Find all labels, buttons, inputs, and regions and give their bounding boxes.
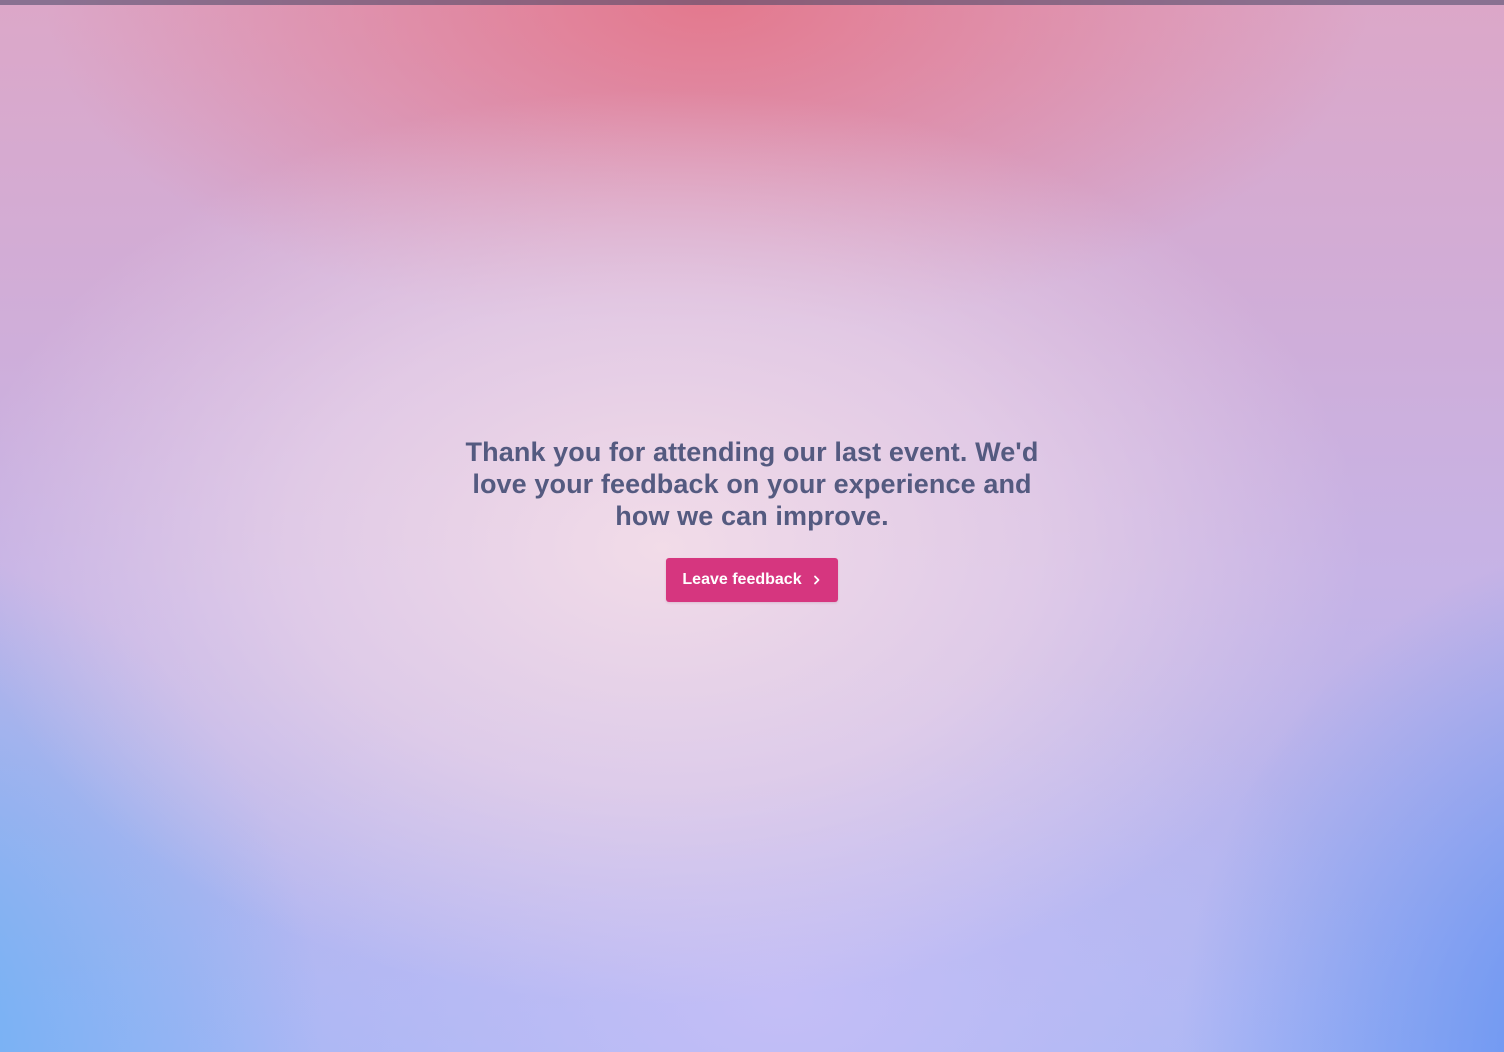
feedback-prompt: Thank you for attending our last event. … bbox=[0, 436, 1504, 602]
top-edge-bar bbox=[0, 0, 1504, 5]
leave-feedback-label: Leave feedback bbox=[682, 571, 802, 588]
thank-you-message: Thank you for attending our last event. … bbox=[465, 437, 1039, 531]
leave-feedback-button[interactable]: Leave feedback bbox=[666, 558, 838, 602]
chevron-right-icon bbox=[810, 573, 824, 587]
